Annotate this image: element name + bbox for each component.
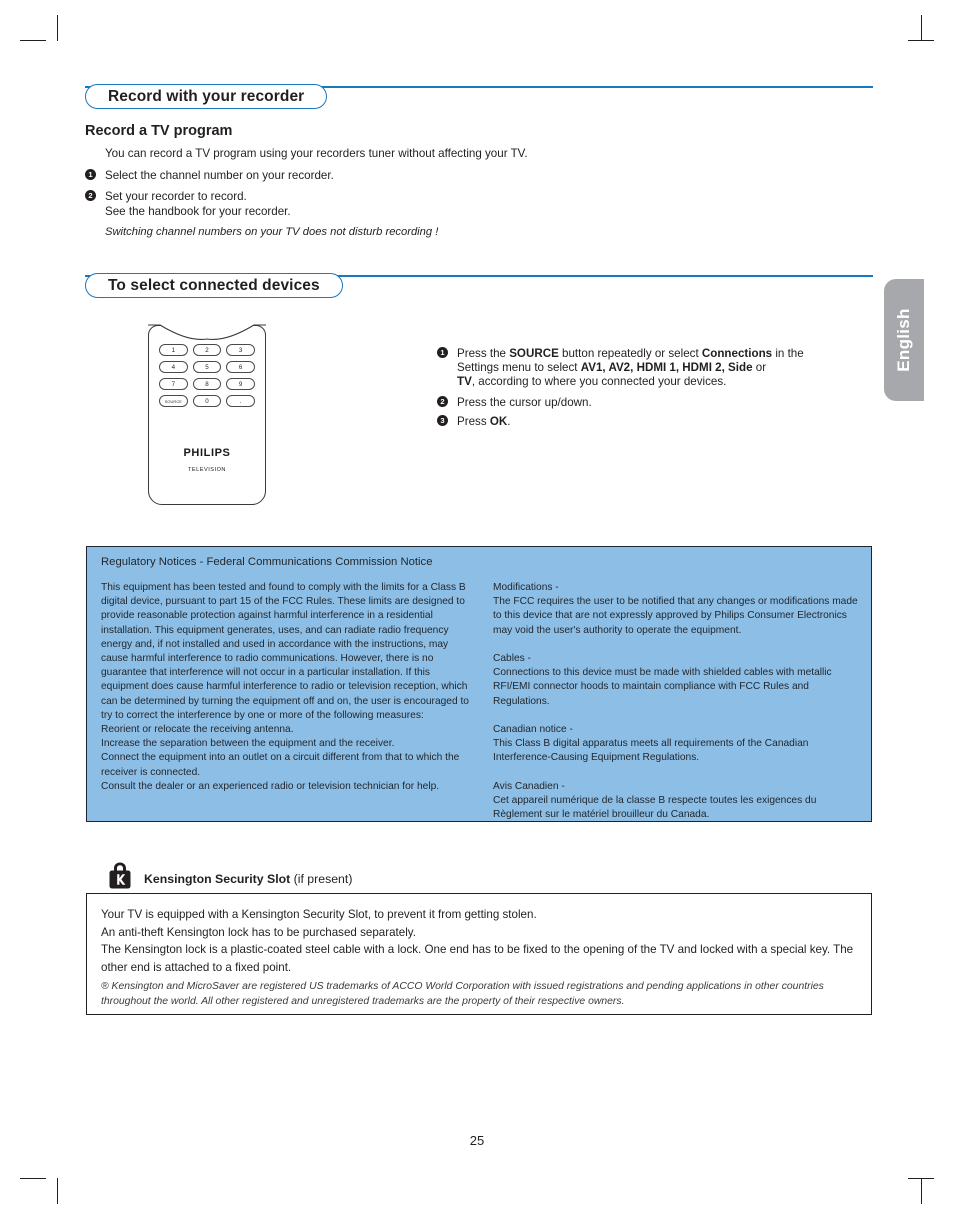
kensington-body: Your TV is equipped with a Kensington Se… xyxy=(101,906,857,976)
kensington-title-light: (if present) xyxy=(293,872,353,886)
document-page: Record with your recorder Record a TV pr… xyxy=(0,0,954,1217)
kensington-header: Kensington Security Slot (if present) xyxy=(108,862,868,896)
crop-mark-bottom-left-h xyxy=(20,1178,46,1179)
crop-mark-top-right-h xyxy=(908,40,934,41)
fcc-right-column: Modifications - The FCC requires the use… xyxy=(493,581,865,822)
remote-key-source[interactable]: SOURCE xyxy=(159,395,188,407)
fcc-right-text: Cet appareil numérique de la classe B re… xyxy=(493,795,817,821)
kensington-paragraph: The Kensington lock is a plastic-coated … xyxy=(101,943,854,974)
fcc-left-paragraph: Connect the equipment into an outlet on … xyxy=(101,752,460,778)
fcc-right-heading: Modifications - xyxy=(493,582,559,593)
kensington-title-bold: Kensington Security Slot xyxy=(144,872,291,886)
device-step-bullet-2: 2 xyxy=(437,396,448,407)
kensington-lock-icon xyxy=(108,862,132,889)
fcc-regulatory-notice-box: Regulatory Notices - Federal Communicati… xyxy=(86,546,872,822)
crop-mark-top-left-v xyxy=(57,15,58,41)
remote-brand-label: PHILIPS xyxy=(183,447,231,459)
remote-key-8[interactable]: 8 xyxy=(192,378,222,390)
language-tab-label: English xyxy=(894,308,913,372)
step-bullet-2: 2 xyxy=(85,190,96,201)
fcc-left-column: This equipment has been tested and found… xyxy=(101,581,473,794)
kensington-info-box: Your TV is equipped with a Kensington Se… xyxy=(86,893,872,1015)
crop-mark-bottom-right-h xyxy=(908,1178,934,1179)
remote-keypad: 1 2 3 4 5 6 7 8 9 SOURCE 0 . xyxy=(159,344,255,407)
remote-key-1[interactable]: 1 xyxy=(159,344,188,356)
fcc-left-paragraph: Reorient or relocate the receiving anten… xyxy=(101,724,294,736)
page-number: 25 xyxy=(469,1133,485,1148)
step-2-line-2: See the handbook for your recorder. xyxy=(105,205,291,218)
step-2-line-1: Set your recorder to record. xyxy=(105,190,247,203)
crop-mark-bottom-left-v xyxy=(57,1178,58,1204)
intro-text: You can record a TV program using your r… xyxy=(105,147,528,160)
remote-top-curve xyxy=(148,324,266,342)
kensington-trademark-text: ® Kensington and MicroSaver are register… xyxy=(101,981,824,1007)
remote-key-5[interactable]: 5 xyxy=(192,361,222,373)
kensington-title: Kensington Security Slot (if present) xyxy=(144,872,352,886)
section-title-pill: Record with your recorder xyxy=(85,84,328,109)
fcc-right-heading: Avis Canadien - xyxy=(493,780,565,792)
device-step-bullet-1: 1 xyxy=(437,347,448,358)
remote-key-3[interactable]: 3 xyxy=(226,344,255,356)
device-step-bullet-3: 3 xyxy=(437,415,448,426)
step-1-line-1: Select the channel number on your record… xyxy=(105,169,334,182)
kensington-trademark-note: ® Kensington and MicroSaver are register… xyxy=(101,980,861,1009)
crop-mark-bottom-right-v xyxy=(921,1178,922,1204)
fcc-right-text: Connections to this device must be made … xyxy=(493,667,832,707)
section-title-pill: To select connected devices xyxy=(85,273,343,298)
fcc-right-text: The FCC requires the user to be notified… xyxy=(493,596,858,636)
remote-key-7[interactable]: 7 xyxy=(159,378,188,390)
section-title-text: Record with your recorder xyxy=(108,87,305,105)
kensington-paragraph: Your TV is equipped with a Kensington Se… xyxy=(101,908,537,921)
remote-key-dot[interactable]: . xyxy=(226,395,255,407)
language-tab-english: English xyxy=(884,279,924,401)
device-step-3-line-1: Press OK. xyxy=(457,415,511,428)
section-header-to-select-connected-devices: To select connected devices xyxy=(85,273,873,301)
fcc-box-title: Regulatory Notices - Federal Communicati… xyxy=(101,556,433,568)
fcc-right-heading: Cables - xyxy=(493,653,531,664)
crop-mark-top-right-v xyxy=(921,15,922,41)
subheading-record-a-tv-program: Record a TV program xyxy=(85,123,233,139)
crop-mark-top-left-h xyxy=(20,40,46,41)
device-step-1-line-3: TV, according to where you connected you… xyxy=(457,375,727,388)
fcc-right-heading: Canadian notice - xyxy=(493,724,573,735)
kensington-paragraph: An anti-theft Kensington lock has to be … xyxy=(101,925,416,939)
fcc-left-paragraph: Increase the separation between the equi… xyxy=(101,738,395,750)
device-step-2-line-1: Press the cursor up/down. xyxy=(457,396,592,409)
fcc-left-paragraph: Consult the dealer or an experienced rad… xyxy=(101,780,440,792)
remote-control-illustration: 1 2 3 4 5 6 7 8 9 SOURCE 0 . PHILIPS TEL… xyxy=(148,324,266,505)
kensington-lock-icon-svg xyxy=(109,862,131,889)
fcc-right-text: This Class B digital apparatus meets all… xyxy=(493,738,809,764)
section-header-record-with-your-recorder: Record with your recorder xyxy=(85,84,873,112)
fcc-left-paragraph: This equipment has been tested and found… xyxy=(101,582,469,721)
remote-key-9[interactable]: 9 xyxy=(226,378,255,390)
remote-key-2[interactable]: 2 xyxy=(192,344,222,356)
step-bullet-1: 1 xyxy=(85,169,96,180)
section-title-text: To select connected devices xyxy=(108,276,320,294)
remote-brand-sublabel: TELEVISION xyxy=(188,467,226,473)
remote-key-4[interactable]: 4 xyxy=(159,361,188,373)
recording-note: Switching channel numbers on your TV doe… xyxy=(105,226,439,238)
remote-key-6[interactable]: 6 xyxy=(226,361,255,373)
remote-top-curve-svg xyxy=(148,324,266,340)
remote-key-0[interactable]: 0 xyxy=(192,395,222,407)
